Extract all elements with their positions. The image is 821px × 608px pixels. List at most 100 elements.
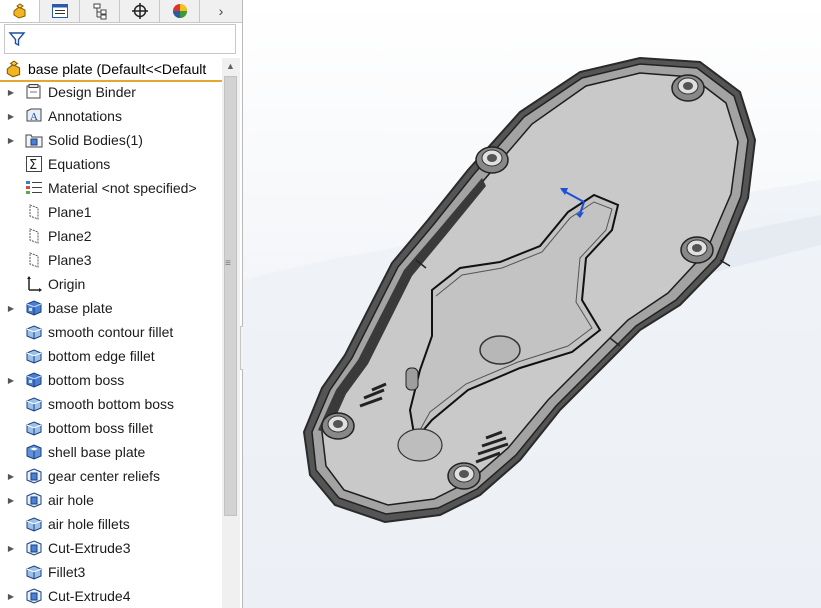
- pin: [405, 367, 419, 391]
- boss: [475, 146, 509, 174]
- tree-root-label: base plate (Default<<Default: [28, 61, 207, 77]
- configuration-manager-tab[interactable]: [80, 0, 120, 22]
- boss: [680, 236, 714, 264]
- tree-item[interactable]: Plane3: [0, 248, 222, 272]
- material-icon: [25, 179, 43, 197]
- annotations-icon: A: [25, 107, 43, 125]
- plane-icon: [25, 227, 43, 245]
- tree-item-label: Origin: [48, 276, 86, 292]
- expand-arrow-icon[interactable]: ▶: [6, 88, 16, 97]
- tree-item[interactable]: Plane2: [0, 224, 222, 248]
- feature-manager-tab[interactable]: [0, 0, 40, 22]
- display-manager-icon: [172, 4, 187, 18]
- fillet-icon: [25, 323, 43, 341]
- fillet-icon: [25, 515, 43, 533]
- tree-item-label: shell base plate: [48, 444, 146, 460]
- tree-item[interactable]: smooth contour fillet: [0, 320, 222, 344]
- tree-item[interactable]: Plane1: [0, 200, 222, 224]
- cut-extrude-icon: [25, 467, 43, 485]
- tree-item[interactable]: ▶ bottom boss: [0, 368, 222, 392]
- tree-filter[interactable]: [4, 24, 236, 54]
- tree-scrollbar[interactable]: ▲ ≡: [222, 58, 240, 608]
- tree-item[interactable]: ▶ air hole: [0, 488, 222, 512]
- cut-extrude-icon: [25, 539, 43, 557]
- tree-item-label: Equations: [48, 156, 111, 172]
- tree-item[interactable]: ▶ base plate: [0, 296, 222, 320]
- tree-item-label: Cut-Extrude3: [48, 540, 131, 556]
- graphics-area[interactable]: [243, 0, 821, 608]
- origin-icon: [25, 275, 43, 293]
- tree-item-label: Design Binder: [48, 84, 136, 100]
- svg-text:Σ: Σ: [29, 158, 37, 173]
- tree-item-label: bottom boss fillet: [48, 420, 154, 436]
- tree-root[interactable]: base plate (Default<<Default: [0, 58, 222, 82]
- tree-item-label: Material <not specified>: [48, 180, 197, 196]
- feature-tree: ▶ Design Binder ▶ A Annotations ▶ Solid Bodies…: [0, 80, 222, 608]
- tree-item[interactable]: Σ Equations: [0, 152, 222, 176]
- tree-item-label: Solid Bodies(1): [48, 132, 143, 148]
- scroll-up-icon[interactable]: ▲: [226, 61, 235, 71]
- boss: [671, 74, 705, 102]
- shell-icon: [25, 443, 43, 461]
- design-binder-icon: [25, 83, 43, 101]
- tree-item[interactable]: ▶ Solid Bodies(1): [0, 128, 222, 152]
- part-icon: [6, 60, 21, 78]
- property-manager-tab[interactable]: [40, 0, 80, 22]
- tree-item[interactable]: bottom boss fillet: [0, 416, 222, 440]
- tree-item-label: Plane3: [48, 252, 92, 268]
- tree-item[interactable]: ▶ Design Binder: [0, 80, 222, 104]
- tree-item[interactable]: ▶ A Annotations: [0, 104, 222, 128]
- tree-item-label: smooth bottom boss: [48, 396, 175, 412]
- tree-item-label: Annotations: [48, 108, 122, 124]
- tree-item[interactable]: ▶ Cut-Extrude3: [0, 536, 222, 560]
- fillet-icon: [25, 347, 43, 365]
- equations-icon: Σ: [25, 155, 43, 173]
- scrollbar-thumb[interactable]: [224, 76, 237, 516]
- tree-item-label: air hole: [48, 492, 94, 508]
- tree-item[interactable]: bottom edge fillet: [0, 344, 222, 368]
- tree-item-label: Cut-Extrude4: [48, 588, 131, 604]
- model-view: [243, 0, 821, 608]
- feature-manager-icon: [13, 3, 25, 19]
- tree-item[interactable]: ▶ gear center reliefs: [0, 464, 222, 488]
- fillet-icon: [25, 419, 43, 437]
- tree-item[interactable]: ▶ Cut-Extrude4: [0, 584, 222, 608]
- expand-arrow-icon[interactable]: ▶: [6, 112, 16, 121]
- cut-extrude-icon: [25, 491, 43, 509]
- cut-extrude-icon: [25, 587, 43, 605]
- grip-icon: ≡: [225, 258, 231, 269]
- tree-item[interactable]: Material <not specified>: [0, 176, 222, 200]
- tree-item-label: Plane1: [48, 204, 92, 220]
- expand-arrow-icon[interactable]: ▶: [6, 136, 16, 145]
- tree-item-label: Fillet3: [48, 564, 86, 580]
- gear-relief: [397, 428, 443, 462]
- boss: [447, 462, 481, 490]
- tree-item[interactable]: smooth bottom boss: [0, 392, 222, 416]
- expand-arrow-icon[interactable]: ▶: [6, 304, 16, 313]
- tree-item[interactable]: Fillet3: [0, 560, 222, 584]
- chevron-right-icon[interactable]: ›: [200, 0, 242, 22]
- tree-item-label: bottom edge fillet: [48, 348, 155, 364]
- filter-icon[interactable]: [8, 30, 26, 48]
- expand-arrow-icon[interactable]: ▶: [6, 376, 16, 385]
- configuration-manager-icon: [93, 3, 106, 20]
- boss: [321, 412, 355, 440]
- tree-item-label: base plate: [48, 300, 113, 316]
- center-hole: [479, 335, 521, 365]
- expand-arrow-icon[interactable]: ▶: [6, 544, 16, 553]
- plane-icon: [25, 203, 43, 221]
- expand-arrow-icon[interactable]: ▶: [6, 592, 16, 601]
- tree-item[interactable]: air hole fillets: [0, 512, 222, 536]
- display-manager-tab[interactable]: [160, 0, 200, 22]
- tree-item[interactable]: Origin: [0, 272, 222, 296]
- tree-item[interactable]: shell base plate: [0, 440, 222, 464]
- panel-tabs: ›: [0, 0, 242, 23]
- dimxpert-tab[interactable]: [120, 0, 160, 22]
- crosshair-icon: [131, 3, 148, 19]
- expand-arrow-icon[interactable]: ▶: [6, 472, 16, 481]
- solid-bodies-folder-icon: [25, 131, 43, 149]
- boss-extrude-icon: [25, 371, 43, 389]
- tree-item-label: Plane2: [48, 228, 92, 244]
- expand-arrow-icon[interactable]: ▶: [6, 496, 16, 505]
- tree-item-label: gear center reliefs: [48, 468, 161, 484]
